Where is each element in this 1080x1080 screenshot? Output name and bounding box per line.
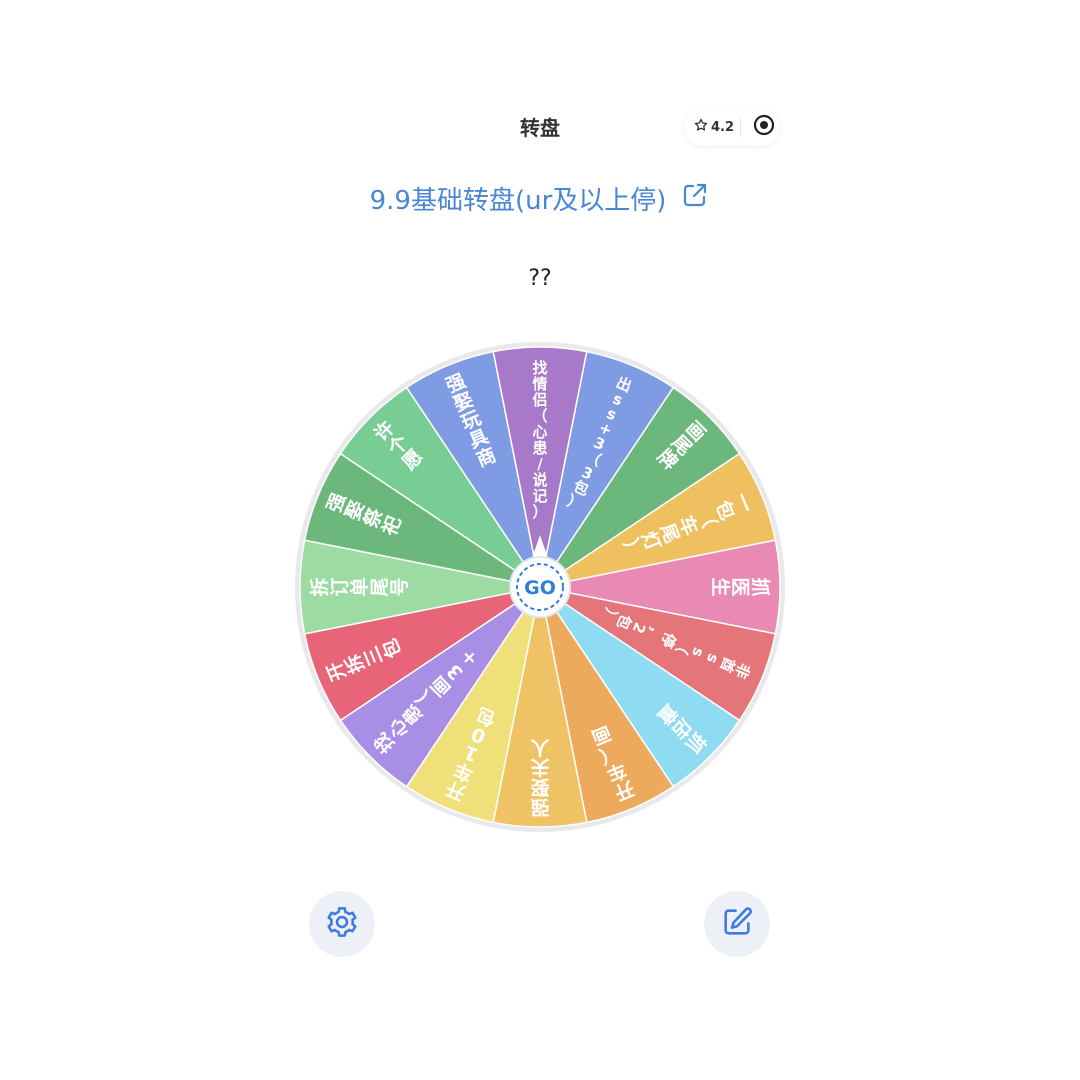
edit-button[interactable] bbox=[704, 891, 770, 957]
prize-wheel[interactable]: 找情侣（心患/说记）出ss+3（3包）画尾牌一包（车尾灯）抓医生非酋ss（停，2… bbox=[0, 0, 1080, 1080]
edit-icon bbox=[720, 905, 754, 943]
go-button[interactable] bbox=[510, 557, 570, 617]
wheel-segment-label: 抓医生 bbox=[709, 577, 772, 596]
settings-button[interactable] bbox=[309, 891, 375, 957]
wheel-segment-label: 找情侣（心患/说记） bbox=[532, 359, 547, 521]
wheel-segment-label: 拆订单尾号 bbox=[308, 577, 411, 596]
wheel-segment-label: 强娶夫人 bbox=[530, 736, 550, 818]
gear-icon bbox=[325, 905, 359, 943]
